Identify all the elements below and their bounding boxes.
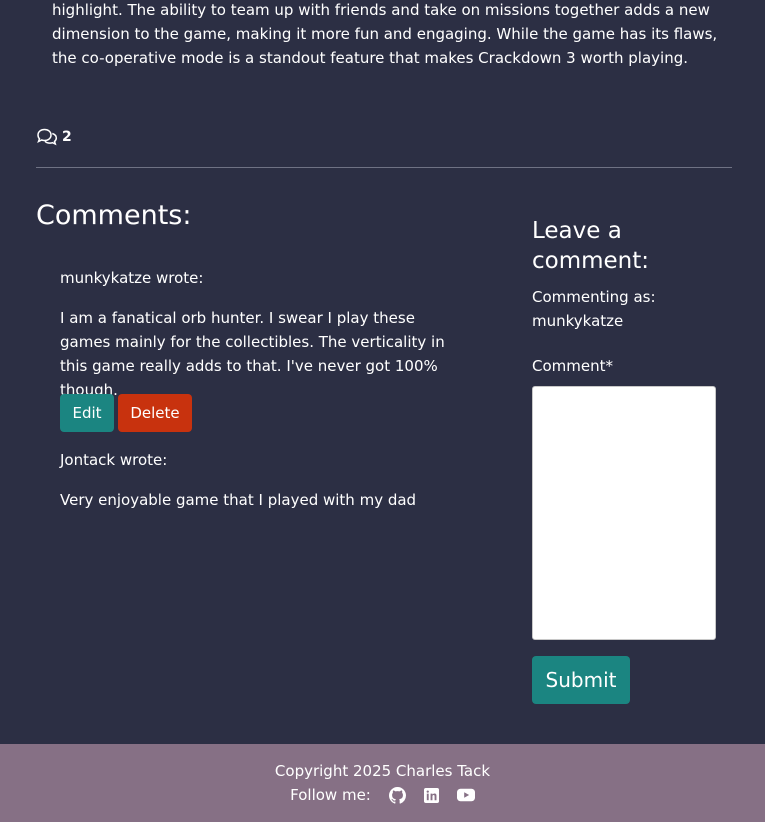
comment-author: munkykatze wrote:: [60, 269, 204, 287]
commenting-as-username: munkykatze: [532, 312, 624, 330]
copyright-text: Copyright 2025 Charles Tack: [274, 762, 491, 780]
comment-count-value: 2: [62, 129, 72, 145]
comments-icon: [36, 128, 58, 146]
divider: [36, 167, 732, 168]
comment-body: Very enjoyable game that I played with m…: [60, 491, 417, 509]
comment-author: Jontack wrote:: [60, 451, 168, 469]
submit-button[interactable]: Submit: [532, 656, 630, 704]
linkedin-icon[interactable]: [423, 786, 441, 804]
edit-comment-button[interactable]: Edit: [60, 394, 114, 432]
comments-heading: Comments:: [36, 200, 192, 231]
follow-label: Follow me:: [290, 786, 371, 804]
footer: Copyright 2025 Charles Tack Follow me:: [0, 744, 765, 822]
delete-comment-button[interactable]: Delete: [118, 394, 192, 432]
github-icon[interactable]: [389, 786, 407, 804]
comment-body: I am a fanatical orb hunter. I swear I p…: [60, 309, 445, 399]
comment-field-label: Comment*: [532, 357, 613, 375]
article-text: highlight. The ability to team up with f…: [52, 1, 718, 67]
leave-comment-heading: Leave a comment:: [532, 218, 650, 274]
follow-row: Follow me:: [290, 785, 475, 805]
youtube-icon[interactable]: [456, 786, 475, 804]
commenting-as: Commenting as: munkykatze: [532, 285, 732, 333]
commenting-as-label: Commenting as:: [532, 288, 656, 306]
comment-count: 2: [36, 128, 72, 146]
comment-textarea[interactable]: [532, 386, 716, 640]
